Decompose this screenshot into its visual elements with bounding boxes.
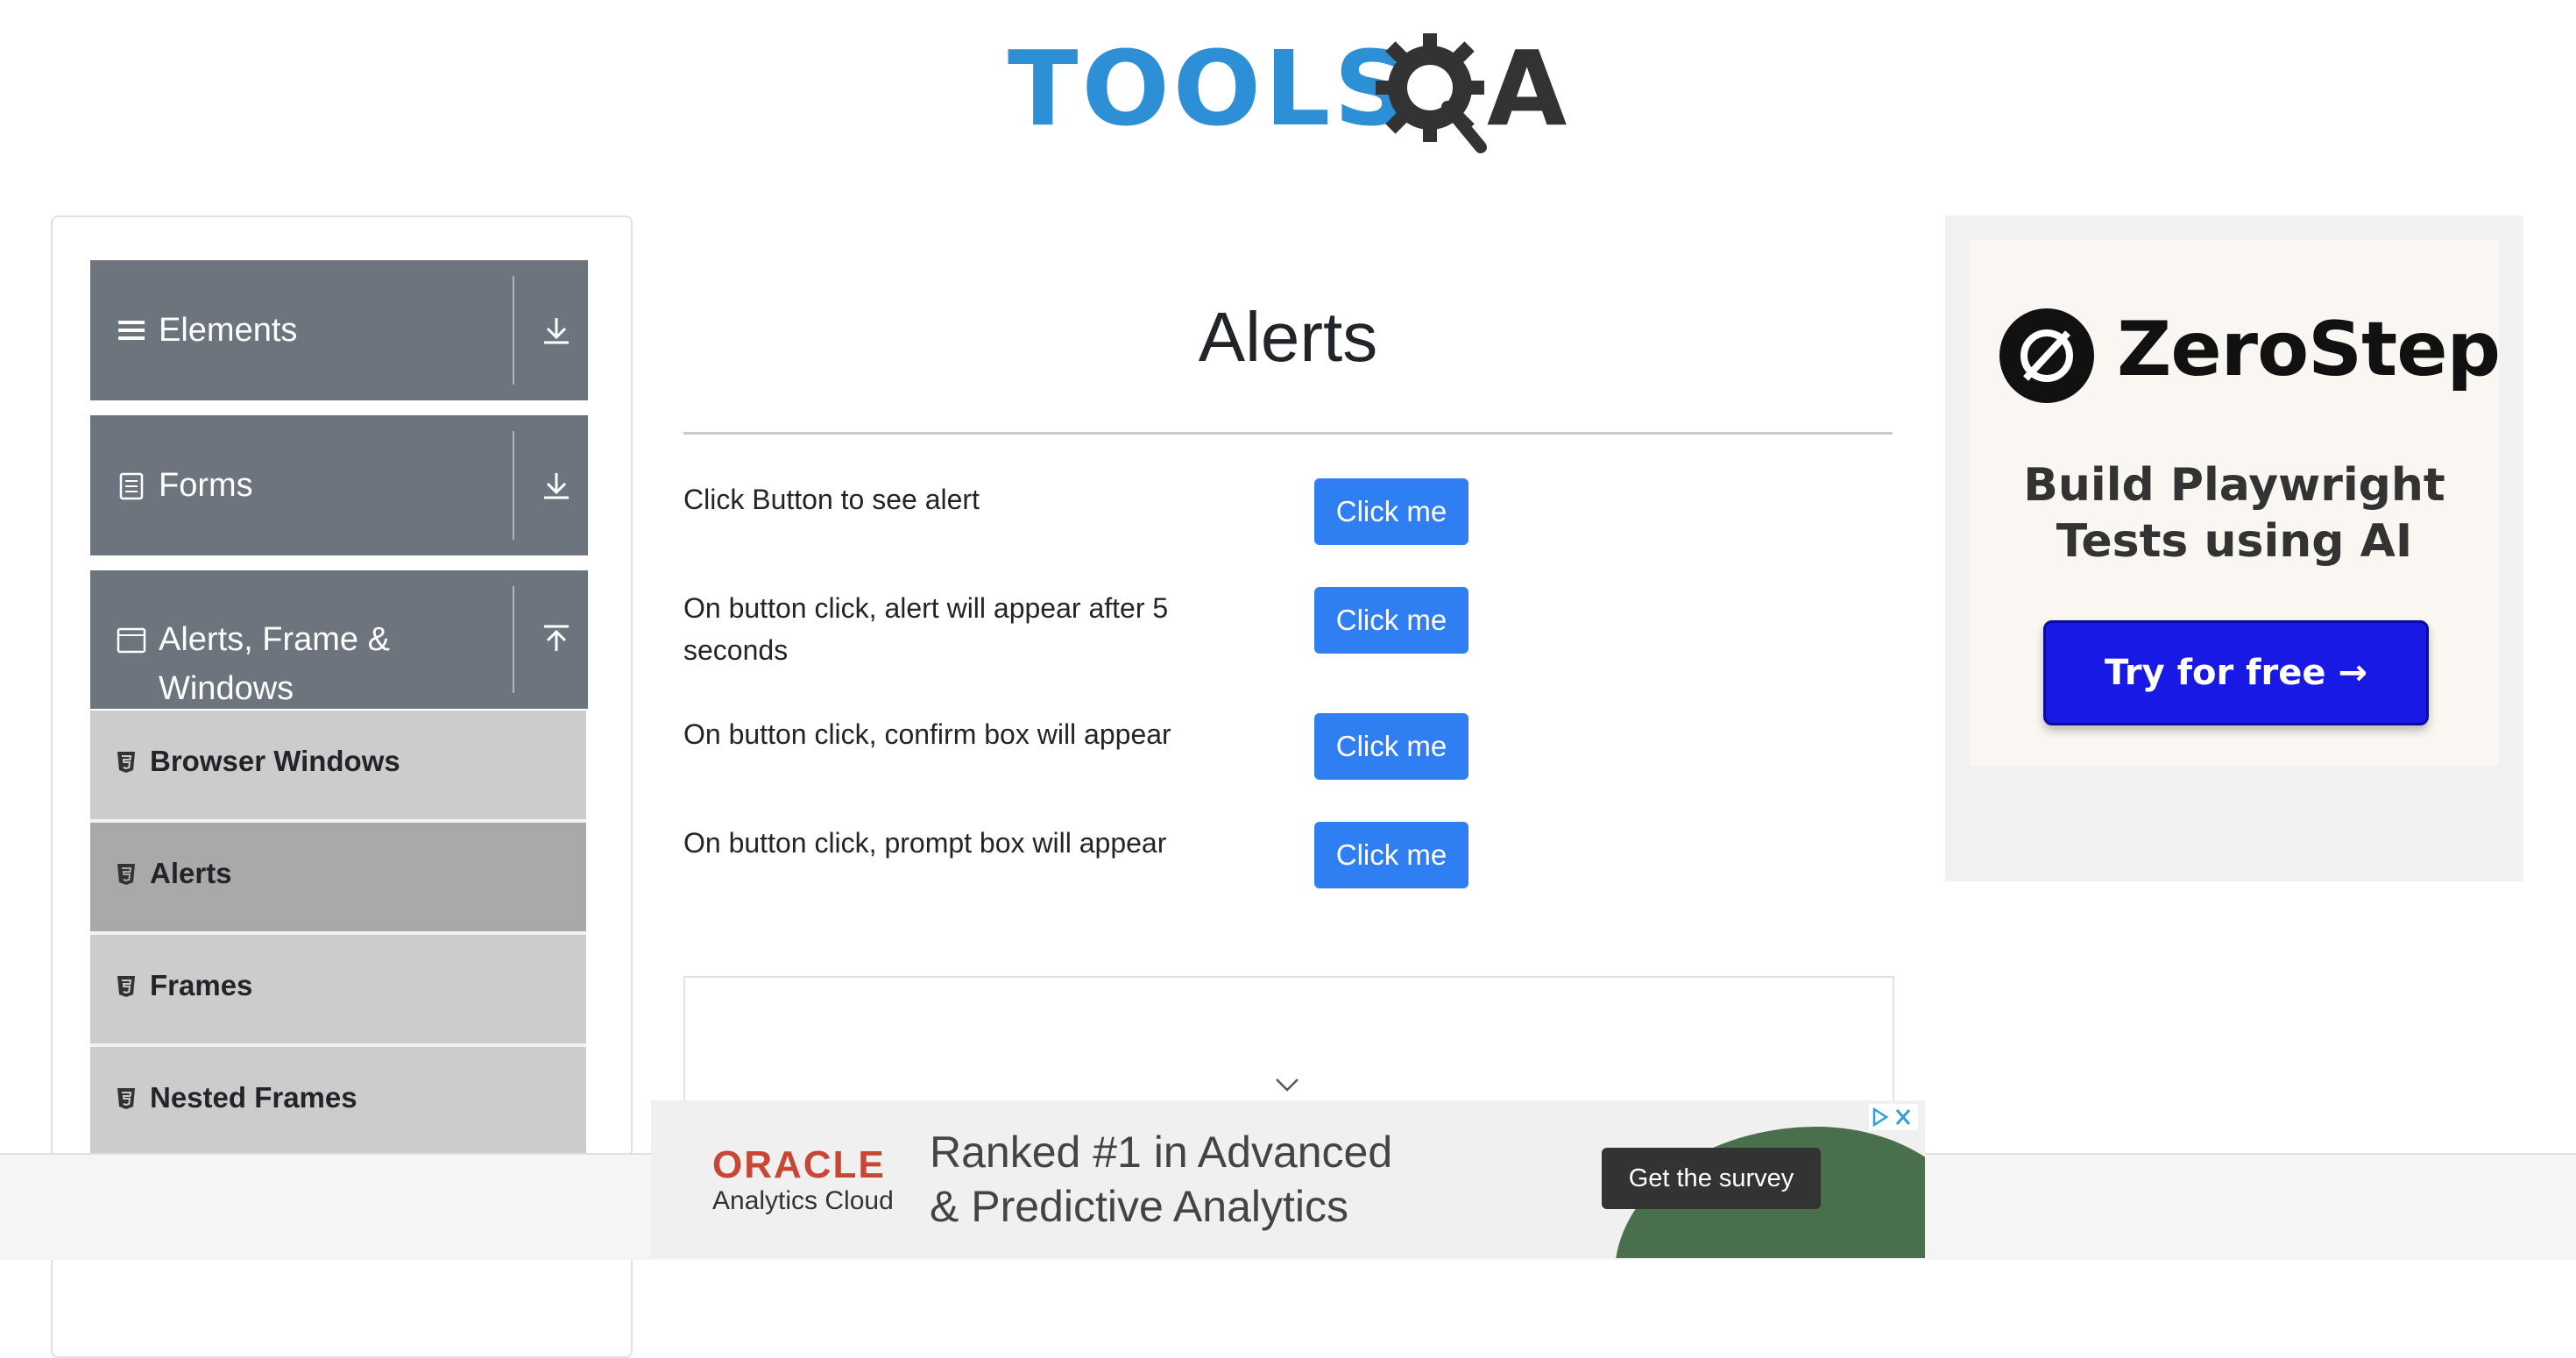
sidebar-group-forms[interactable]: Forms [90, 415, 588, 555]
download-arrow-icon [544, 318, 569, 344]
toolsqa-logo[interactable]: TOOLS A [1008, 26, 1577, 158]
gear-magnifier-icon [1376, 33, 1487, 153]
html5-icon [117, 752, 135, 773]
sidebar-item-alerts[interactable]: Alerts [90, 823, 586, 935]
zerostep-ad[interactable]: ZeroStep Build Playwright Tests using AI… [1945, 216, 2523, 881]
sidebar-group-label: Forms [159, 467, 253, 504]
document-icon [119, 472, 144, 500]
timer-alert-row-label: On button click, alert will appear after… [683, 592, 1169, 666]
ad-choices[interactable] [1869, 1104, 1918, 1130]
logo-text-tools: TOOLS [1008, 28, 1412, 149]
alert-button[interactable]: Click me [1314, 478, 1468, 545]
sidebar-group-label-line2: Windows [159, 670, 294, 707]
ad-headline-line1: Ranked #1 in Advanced [930, 1128, 1393, 1177]
sidebar-group-label: Alerts, Frame & [159, 621, 390, 658]
zerostep-logo-icon [1999, 308, 2094, 403]
logo-text-a: A [1487, 28, 1568, 149]
adchoices-close-icon[interactable] [1869, 1104, 1918, 1130]
html5-icon [117, 976, 135, 997]
sidebar-group-label: Elements [159, 312, 298, 349]
ad-headline: Ranked #1 in Advanced & Predictive Analy… [930, 1125, 1392, 1234]
sidebar-item-nested-frames[interactable]: Nested Frames [90, 1047, 586, 1159]
divider [683, 432, 1893, 435]
divider [513, 586, 514, 693]
sidebar-group-elements[interactable]: Elements [90, 260, 588, 400]
confirm-row-label: On button click, confirm box will appear [683, 718, 1171, 750]
divider [513, 276, 514, 385]
ad-headline-line1: Build Playwright [2023, 459, 2445, 512]
divider [513, 431, 514, 540]
hamburger-icon [118, 321, 145, 340]
ad-headline-line2: & Predictive Analytics [930, 1182, 1348, 1231]
zerostep-mark-icon [2020, 329, 2073, 382]
oracle-subtitle: Analytics Cloud [712, 1186, 894, 1215]
ad-headline: Build Playwright Tests using AI [1945, 457, 2523, 569]
zerostep-brand: ZeroStep [2117, 306, 2501, 393]
sidebar-group-alerts-frame-windows[interactable]: Alerts, Frame & Windows [90, 570, 588, 709]
chevron-down-icon[interactable] [1273, 1071, 1301, 1099]
oracle-ad[interactable]: ORACLE Analytics Cloud Ranked #1 in Adva… [651, 1100, 1925, 1258]
html5-icon [117, 1088, 135, 1109]
html5-icon [117, 864, 135, 885]
prompt-button[interactable]: Click me [1314, 822, 1468, 888]
sidebar-item-label: Alerts [150, 857, 232, 889]
ad-headline-line2: Tests using AI [2056, 515, 2413, 568]
sidebar-item-label: Nested Frames [150, 1081, 357, 1114]
download-arrow-icon [544, 473, 569, 499]
get-survey-button[interactable]: Get the survey [1602, 1148, 1821, 1209]
confirm-button[interactable]: Click me [1314, 713, 1468, 780]
page-title: Alerts [1198, 298, 1378, 376]
prompt-row-label: On button click, prompt box will appear [683, 827, 1167, 859]
timer-alert-button[interactable]: Click me [1314, 587, 1468, 654]
window-icon [117, 627, 146, 654]
sidebar-item-browser-windows[interactable]: Browser Windows [90, 711, 586, 823]
sidebar-item-label: Browser Windows [150, 745, 400, 777]
sidebar-item-frames[interactable]: Frames [90, 935, 586, 1047]
alert-row-label: Click Button to see alert [683, 484, 980, 515]
sidebar-item-label: Frames [150, 969, 253, 1001]
try-for-free-button[interactable]: Try for free → [2043, 620, 2429, 725]
oracle-logo: ORACLE [712, 1143, 886, 1186]
upload-arrow-icon [544, 625, 569, 651]
